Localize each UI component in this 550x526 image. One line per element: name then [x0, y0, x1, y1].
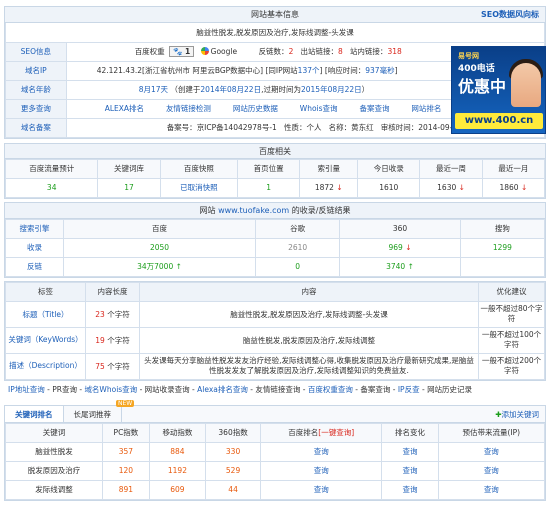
- index-site-link[interactable]: www.tuofake.com: [218, 206, 289, 215]
- basic-info-header: 网站基本信息 SEO数据风向标: [5, 7, 545, 23]
- baidu-home-pos[interactable]: 1: [237, 177, 301, 198]
- backlink-google[interactable]: 0: [255, 256, 341, 277]
- beian-query-link2[interactable]: 备案查询: [360, 385, 390, 394]
- site-description: 脑益性脱发,脱发原因及治疗,发际线调整-头发课: [5, 23, 545, 43]
- baidu-header-row: 百度流量预计 关键词库 百度快照 首页位置 索引量 今日收录 最近一周 最近一月: [4, 158, 546, 179]
- alexa-rank-link[interactable]: ALEXA排名: [105, 104, 144, 113]
- ad-brand: 易号网: [458, 52, 479, 60]
- index-360[interactable]: 969 ↓: [339, 237, 461, 258]
- backlink-baidu[interactable]: 34万7000 ↑: [62, 256, 257, 277]
- same-ip-link[interactable]: 137个: [298, 66, 320, 75]
- inlinks-value[interactable]: 318: [387, 47, 401, 56]
- new-badge: NEW: [116, 399, 135, 407]
- baidu-flow[interactable]: 34: [4, 177, 99, 198]
- whois-link[interactable]: Whois查询: [300, 104, 338, 113]
- tab-longtail[interactable]: 长尾词推荐: [64, 405, 122, 422]
- backlink-row: 反链 34万7000 ↑ 0 3740 ↑: [5, 256, 546, 277]
- alexa-query-link[interactable]: Alexa排名查询: [197, 385, 248, 394]
- index-google[interactable]: 2610: [255, 237, 341, 258]
- table-row: 脑益性脱发 357 884 330 查询 查询 查询: [4, 441, 546, 462]
- meta-description-content: 头发课每天分享脑益性脱发发友治疗经验,发际线调整心得,收集脱发原因及治疗最新研究…: [139, 352, 479, 380]
- google-icon: [200, 47, 209, 55]
- baidu-snapshot[interactable]: 已取消快照: [159, 177, 239, 198]
- index-panel: 网站 www.tuofake.com 的收录/反链结果 搜索引擎 百度 谷歌 3…: [4, 201, 546, 278]
- backlink-360[interactable]: 3740 ↑: [339, 256, 461, 277]
- baidu-index[interactable]: 1872 ↓: [299, 177, 359, 198]
- flow-query-link[interactable]: 查询: [437, 479, 546, 500]
- pr-query-link[interactable]: PR查询: [52, 385, 77, 394]
- beian-query-link[interactable]: 备案查询: [359, 104, 389, 113]
- baidu-today[interactable]: 1610: [357, 177, 421, 198]
- meta-keywords-content: 脑益性脱发,脱发原因及治疗,发际线调整: [139, 326, 479, 354]
- domain-age-label: 域名年龄: [5, 79, 67, 100]
- friend-link-check-link[interactable]: 友情链接检测: [166, 104, 211, 113]
- outlinks-value[interactable]: 8: [338, 47, 343, 56]
- meta-description-row: 描述（Description） 75 个字符 头发课每天分享脑益性脱发发友治疗经…: [5, 352, 545, 380]
- backlinks-value[interactable]: 2: [289, 47, 294, 56]
- meta-title-row: 标题（Title） 23 个字符 脑益性脱发,脱发原因及治疗,发际线调整-头发课…: [5, 300, 545, 328]
- site-rank-link[interactable]: 网站排名: [411, 104, 441, 113]
- flow-query-link[interactable]: 查询: [437, 441, 546, 462]
- flow-query-link[interactable]: 查询: [437, 460, 546, 481]
- ip-query-link[interactable]: IP地址查询: [8, 385, 45, 394]
- history-link[interactable]: 网站历史记录: [427, 385, 472, 394]
- meta-panel: 标签 内容长度 内容 优化建议 标题（Title） 23 个字符 脑益性脱发,脱…: [4, 280, 546, 381]
- baidu-month[interactable]: 1860 ↓: [481, 177, 546, 198]
- beian-label: 域名备案: [5, 117, 67, 138]
- rank-query-link[interactable]: 查询: [260, 441, 383, 462]
- site-history-link[interactable]: 网站历史数据: [233, 104, 278, 113]
- keywords-tabs: 关键词排名 长尾词推荐 NEW ✚添加关键词: [5, 399, 545, 423]
- ip-reverse-link[interactable]: IP反查: [398, 385, 420, 394]
- backlink-sogou[interactable]: [459, 256, 546, 277]
- index-query-link[interactable]: 网站收录查询: [145, 385, 190, 394]
- ad-line2: 优惠中: [458, 77, 507, 96]
- basic-info-title: 网站基本信息: [251, 10, 299, 19]
- index-header-row: 搜索引擎 百度 谷歌 360 搜狗: [5, 218, 546, 239]
- friendlink-query-link[interactable]: 友情链接查询: [255, 385, 300, 394]
- ad-url: www.400.cn: [455, 113, 543, 129]
- baidu-data-row: 34 17 已取消快照 1 1872 ↓ 1610 1630 ↓ 1860 ↓: [4, 177, 546, 198]
- index-baidu[interactable]: 2050: [62, 237, 257, 258]
- more-query-label: 更多查询: [5, 98, 67, 119]
- add-keyword-button[interactable]: ✚添加关键词: [495, 406, 539, 423]
- seo-label: SEO信息: [5, 41, 67, 62]
- rank-query-link[interactable]: 查询: [260, 460, 383, 481]
- baidu-keywords[interactable]: 17: [97, 177, 161, 198]
- table-row: 脱发原因及治疗 120 1192 529 查询 查询 查询: [4, 460, 546, 481]
- baidu-panel: 百度相关 百度流量预计 关键词库 百度快照 首页位置 索引量 今日收录 最近一周…: [4, 142, 546, 199]
- index-row: 收录 2050 2610 969 ↓ 1299: [5, 237, 546, 258]
- baidu-week[interactable]: 1630 ↓: [419, 177, 483, 198]
- change-query-link[interactable]: 查询: [381, 479, 439, 500]
- change-query-link[interactable]: 查询: [381, 460, 439, 481]
- baidu-header: 百度相关: [5, 142, 545, 159]
- seo-trend-link[interactable]: SEO数据风向标: [481, 7, 539, 23]
- baidu-weight-badge[interactable]: 🐾 1: [169, 46, 195, 57]
- index-sogou[interactable]: 1299: [459, 237, 546, 258]
- baidu-rank-header[interactable]: 百度排名[一键查询]: [260, 422, 383, 443]
- domain-ip-label: 域名IP: [5, 60, 67, 81]
- change-query-link[interactable]: 查询: [381, 441, 439, 462]
- whois-query-link[interactable]: 域名Whois查询: [84, 385, 137, 394]
- meta-header-row: 标签 内容长度 内容 优化建议: [5, 281, 545, 302]
- tool-link-bar: IP地址查询 - PR查询 - 域名Whois查询 - 网站收录查询 - Ale…: [8, 384, 473, 394]
- keywords-header-row: 关键词 PC指数 移动指数 360指数 百度排名[一键查询] 排名变化 预估带来…: [4, 422, 546, 443]
- ad-banner-400[interactable]: 易号网 400电话 优惠中 www.400.cn: [451, 46, 546, 134]
- table-row: 发际线调整 891 609 44 查询 查询 查询: [4, 479, 546, 500]
- rank-query-link[interactable]: 查询: [260, 479, 383, 500]
- keywords-panel: 关键词排名 长尾词推荐 NEW ✚添加关键词 关键词 PC指数 移动指数 360…: [4, 399, 546, 501]
- meta-keywords-row: 关键词（KeyWords） 19 个字符 脑益性脱发,脱发原因及治疗,发际线调整…: [5, 326, 545, 354]
- meta-title-content: 脑益性脱发,脱发原因及治疗,发际线调整-头发课: [139, 300, 479, 328]
- index-header: 网站 www.tuofake.com 的收录/反链结果: [5, 202, 545, 219]
- tab-keyword-rank[interactable]: 关键词排名: [5, 405, 64, 422]
- weight-query-link[interactable]: 百度权重查询: [308, 385, 353, 394]
